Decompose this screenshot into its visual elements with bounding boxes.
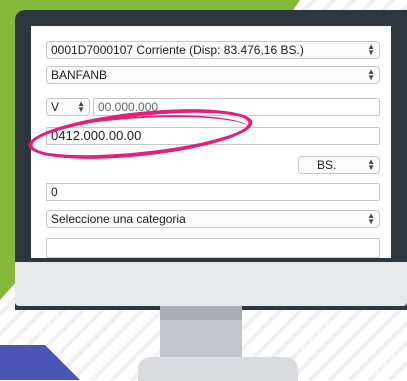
category-select[interactable]: Seleccione una categoria ▲ ▼ [46, 210, 380, 228]
monitor-stand-shadow [160, 306, 242, 320]
bank-select-value: BANFANB [51, 68, 108, 82]
next-field-partial[interactable] [46, 238, 380, 258]
monitor-chin [15, 262, 407, 306]
chevron-updown-icon: ▲ ▼ [367, 211, 375, 226]
chevron-updown-icon: ▲ ▼ [367, 157, 375, 172]
id-type-select[interactable]: V ▲ ▼ [46, 98, 90, 116]
currency-value: BS. [317, 158, 337, 172]
bank-select[interactable]: BANFANB ▲ ▼ [46, 66, 380, 84]
account-select[interactable]: 0001D7000107 Corriente (Disp: 83.476,16 … [46, 41, 380, 59]
chevron-updown-icon: ▲ ▼ [367, 67, 375, 82]
chevron-updown-icon: ▲ ▼ [367, 42, 375, 57]
chevron-updown-icon: ▲ ▼ [77, 99, 85, 114]
currency-select[interactable]: BS. ▲ ▼ [298, 156, 380, 174]
amount-value: 0 [51, 185, 58, 199]
monitor-stand-base [138, 357, 298, 381]
amount-input[interactable]: 0 [46, 183, 380, 201]
category-value: Seleccione una categoria [51, 212, 186, 226]
account-select-value: 0001D7000107 Corriente (Disp: 83.476,16 … [51, 43, 304, 57]
id-type-value: V [51, 100, 60, 114]
